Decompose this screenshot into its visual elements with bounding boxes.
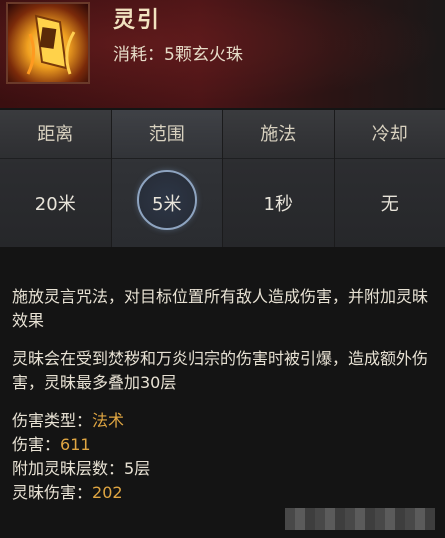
description-paragraph-1: 施放灵言咒法，对目标位置所有敌人造成伤害，并附加灵昧效果 xyxy=(12,287,429,330)
description-paragraph-2: 灵昧会在受到焚秽和万炎归宗的伤害时被引爆，造成额外伤害，灵昧最多叠加30层 xyxy=(12,349,429,392)
stat-label: 距离 xyxy=(37,124,74,145)
stat-divider xyxy=(111,158,222,159)
property-damage: 伤害：611 xyxy=(12,435,91,454)
skill-header: 灵引 消耗：5颗玄火珠 xyxy=(0,0,445,108)
stat-value: 20米 xyxy=(34,194,76,215)
stat-divider xyxy=(0,158,111,159)
stat-range: 距离 20米 xyxy=(0,110,112,247)
skill-cost: 消耗：5颗玄火珠 xyxy=(113,45,243,65)
skill-name: 灵引 xyxy=(113,7,162,33)
stat-divider xyxy=(223,158,334,159)
stat-value: 1秒 xyxy=(263,194,293,215)
stat-label: 冷却 xyxy=(371,124,408,145)
stat-cast: 施法 1秒 xyxy=(223,110,335,247)
skill-description: 施放灵言咒法，对目标位置所有敌人造成伤害，并附加灵昧效果 灵昧会在受到焚秽和万炎… xyxy=(12,285,432,505)
stats-panel: 距离 20米 范围 5米 施法 1秒 冷却 无 xyxy=(0,110,445,247)
skill-properties: 伤害类型：法术 伤害：611 附加灵昧层数：5层 灵昧伤害：202 xyxy=(12,409,432,505)
stat-area[interactable]: 范围 5米 xyxy=(111,110,223,247)
stat-divider xyxy=(334,158,445,159)
watermark-mosaic xyxy=(285,508,435,530)
stat-value: 5米 xyxy=(152,194,182,215)
property-damage-type: 伤害类型：法术 xyxy=(12,411,125,430)
property-stacks: 附加灵昧层数：5层 xyxy=(12,459,151,478)
flame-scroll-icon xyxy=(6,2,90,84)
stat-label: 施法 xyxy=(260,124,297,145)
stat-cooldown: 冷却 无 xyxy=(334,110,445,247)
stat-label: 范围 xyxy=(148,124,185,145)
stat-value: 无 xyxy=(380,194,399,215)
